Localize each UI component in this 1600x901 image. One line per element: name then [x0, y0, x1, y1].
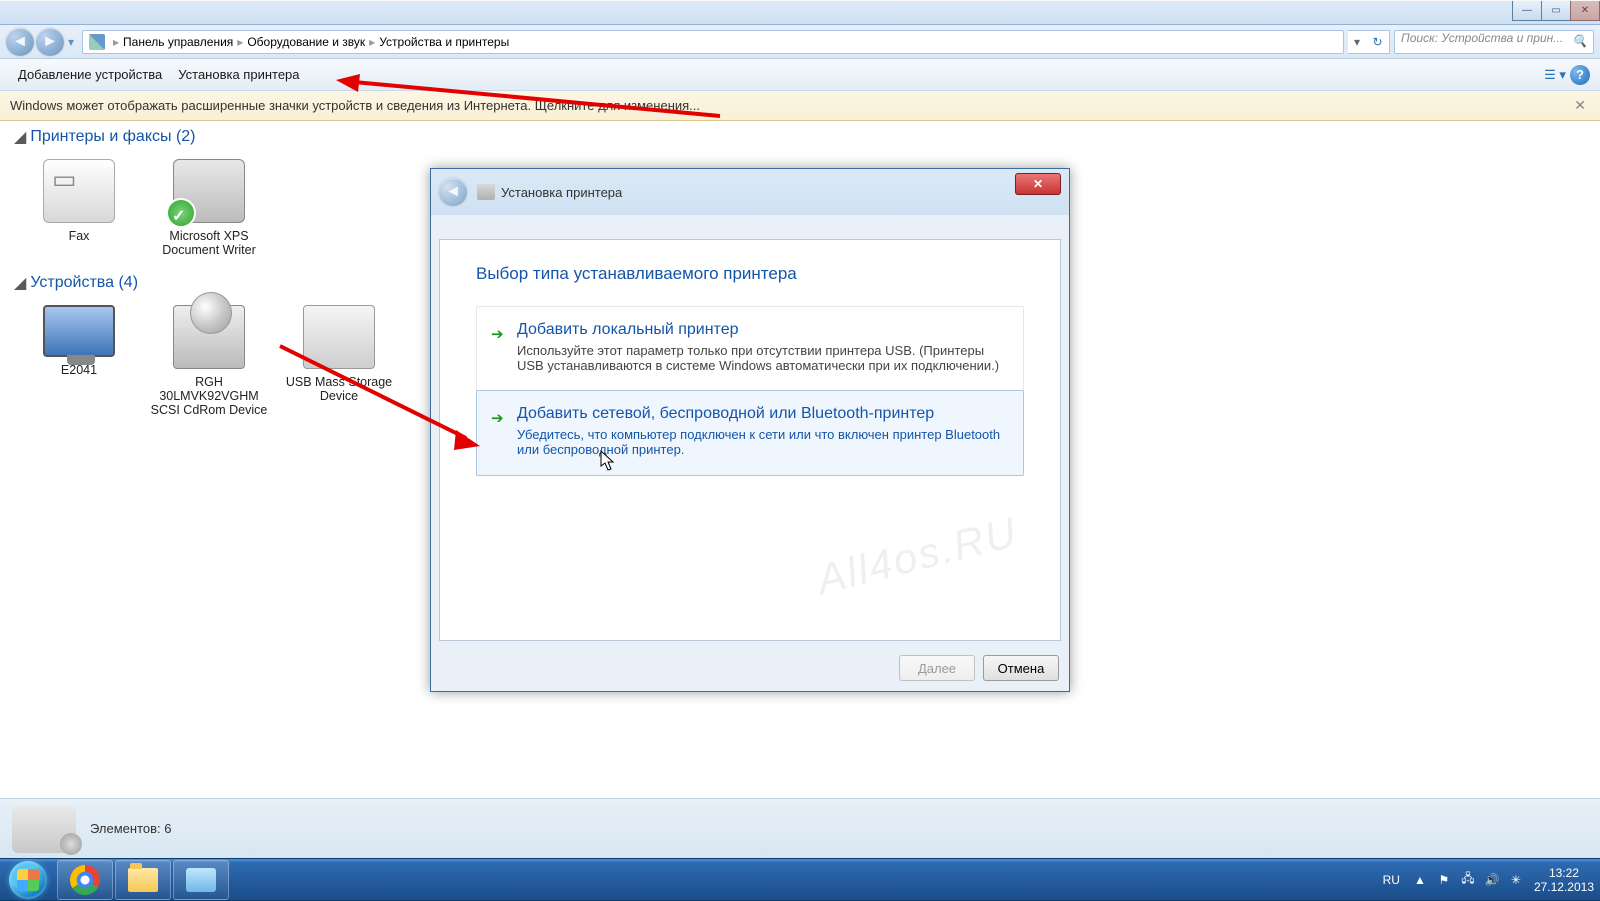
view-options-button[interactable]: ☰ ▾	[1544, 64, 1566, 86]
breadcrumb-dropdown[interactable]: ▾	[1348, 30, 1366, 54]
refresh-button[interactable]: ↻	[1366, 30, 1390, 54]
device-item-fax[interactable]: Fax	[14, 159, 144, 257]
window-caption: — ▭ ✕	[0, 1, 1600, 25]
category-header-printers[interactable]: ◢ Принтеры и факсы (2)	[14, 127, 1586, 147]
monitor-icon	[43, 305, 115, 357]
arrow-right-icon: ➔	[491, 325, 504, 343]
search-icon: 🔍	[1572, 34, 1587, 48]
tray-volume-icon[interactable]: 🔊	[1483, 871, 1501, 889]
device-item-monitor[interactable]: E2041	[14, 305, 144, 417]
details-pane-icon	[12, 805, 76, 853]
tray-network-icon[interactable]: 🖧	[1459, 871, 1477, 889]
option-add-network-printer[interactable]: ➔ Добавить сетевой, беспроводной или Blu…	[476, 390, 1024, 476]
close-button[interactable]: ✕	[1570, 1, 1600, 21]
breadcrumb-item[interactable]: Оборудование и звук	[247, 35, 365, 49]
minimize-button[interactable]: —	[1512, 1, 1542, 21]
tray-flag-icon[interactable]: ⚑	[1435, 871, 1453, 889]
collapse-icon: ◢	[14, 127, 26, 147]
tray-language[interactable]: RU	[1383, 873, 1400, 887]
details-pane: Элементов: 6	[0, 798, 1600, 858]
usb-storage-icon	[303, 305, 375, 369]
device-item-xps[interactable]: Microsoft XPS Document Writer	[144, 159, 274, 257]
fax-icon	[43, 159, 115, 223]
tray-app-icon[interactable]: ✳	[1507, 871, 1525, 889]
location-icon	[89, 34, 105, 50]
optical-drive-icon	[173, 305, 245, 369]
dialog-heading: Выбор типа устанавливаемого принтера	[476, 264, 1024, 284]
search-placeholder: Поиск: Устройства и прин...	[1401, 31, 1563, 45]
maximize-button[interactable]: ▭	[1541, 1, 1571, 21]
nav-history-dropdown[interactable]: ▾	[64, 28, 78, 56]
tray-show-hidden-icon[interactable]: ▲	[1411, 871, 1429, 889]
arrow-right-icon: ➔	[491, 409, 504, 427]
option-add-local-printer[interactable]: ➔ Добавить локальный принтер Используйте…	[477, 307, 1023, 391]
breadcrumb[interactable]: ▸ Панель управления ▸ Оборудование и зву…	[82, 30, 1344, 54]
system-tray: RU ▲ ⚑ 🖧 🔊 ✳ 13:22 27.12.2013	[1383, 866, 1594, 894]
search-input[interactable]: Поиск: Устройства и прин... 🔍	[1394, 30, 1594, 54]
tray-clock[interactable]: 13:22 27.12.2013	[1534, 866, 1594, 894]
dialog-close-button[interactable]: ✕	[1015, 173, 1061, 195]
watermark: All4os.RU	[813, 508, 1023, 604]
devices-icon	[186, 868, 216, 892]
taskbar: RU ▲ ⚑ 🖧 🔊 ✳ 13:22 27.12.2013	[0, 858, 1600, 900]
folder-icon	[128, 868, 158, 892]
chrome-icon	[70, 865, 100, 895]
nav-forward-button[interactable]: ►	[36, 28, 64, 56]
taskbar-devices[interactable]	[173, 860, 229, 900]
start-button[interactable]	[0, 859, 56, 901]
device-item-usb[interactable]: USB Mass Storage Device	[274, 305, 404, 417]
breadcrumb-item[interactable]: Панель управления	[123, 35, 233, 49]
windows-orb-icon	[9, 861, 47, 899]
taskbar-chrome[interactable]	[57, 860, 113, 900]
info-bar-text: Windows может отображать расширенные зна…	[10, 98, 700, 113]
printer-icon	[173, 159, 245, 223]
nav-back-button[interactable]: ◄	[6, 28, 34, 56]
info-bar[interactable]: Windows может отображать расширенные зна…	[0, 91, 1600, 121]
taskbar-explorer[interactable]	[115, 860, 171, 900]
details-pane-text: Элементов: 6	[90, 821, 171, 836]
info-bar-close-icon[interactable]: ✕	[1570, 97, 1590, 114]
navigation-bar: ◄ ► ▾ ▸ Панель управления ▸ Оборудование…	[0, 25, 1600, 59]
command-bar: Добавление устройства Установка принтера…	[0, 59, 1600, 91]
collapse-icon: ◢	[14, 273, 26, 293]
printer-icon	[477, 184, 495, 200]
dialog-titlebar[interactable]: ◄ Установка принтера	[431, 169, 1069, 215]
add-printer-dialog: ✕ ◄ Установка принтера Выбор типа устана…	[430, 168, 1070, 692]
next-button: Далее	[899, 655, 975, 681]
dialog-title: Установка принтера	[501, 185, 622, 200]
dialog-body: Выбор типа устанавливаемого принтера ➔ Д…	[439, 239, 1061, 641]
add-device-button[interactable]: Добавление устройства	[10, 63, 170, 86]
breadcrumb-item[interactable]: Устройства и принтеры	[379, 35, 509, 49]
dialog-back-button[interactable]: ◄	[439, 178, 467, 206]
help-icon[interactable]: ?	[1570, 65, 1590, 85]
add-printer-button[interactable]: Установка принтера	[170, 63, 307, 86]
device-item-scsi[interactable]: RGH 30LMVK92VGHM SCSI CdRom Device	[144, 305, 274, 417]
cancel-button[interactable]: Отмена	[983, 655, 1059, 681]
